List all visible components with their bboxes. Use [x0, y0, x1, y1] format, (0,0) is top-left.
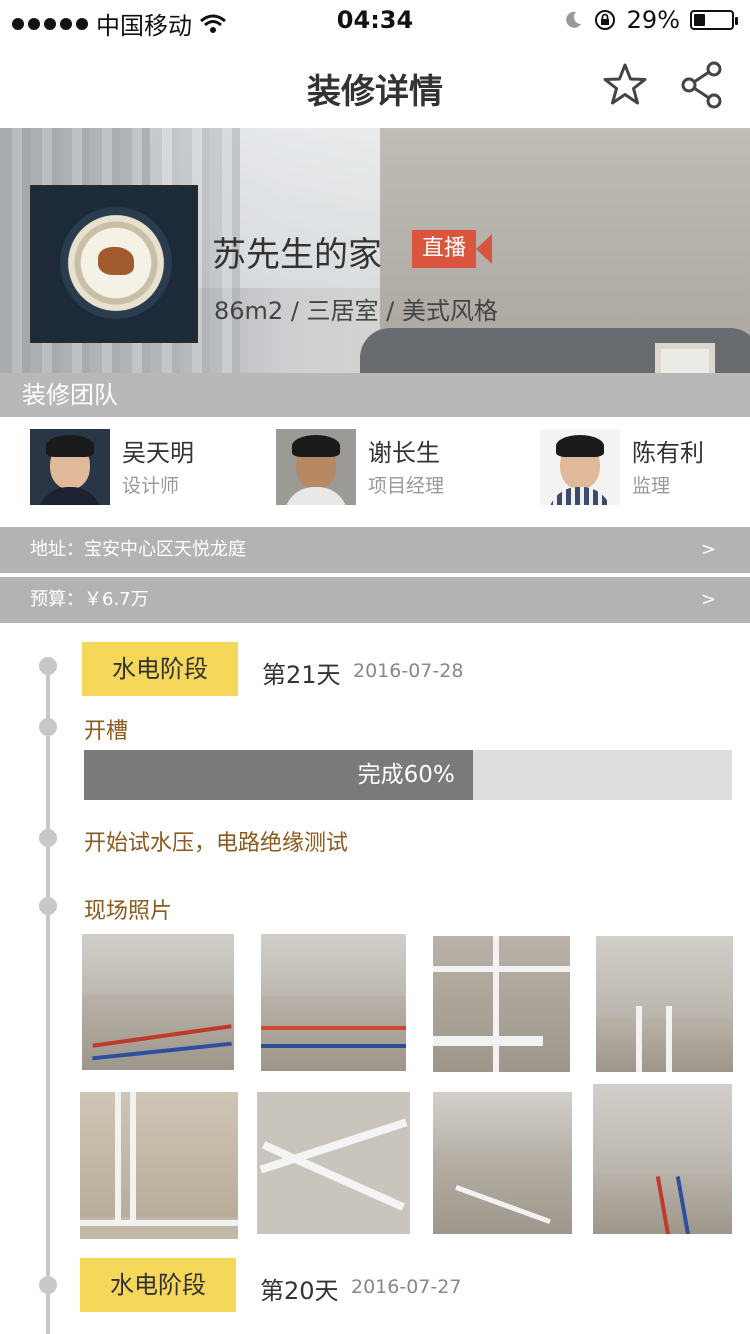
- timeline-dot: [39, 1276, 57, 1294]
- site-photo[interactable]: [82, 934, 234, 1070]
- budget-row[interactable]: 预算：￥6.7万 >: [0, 577, 750, 623]
- photos-title: 现场照片: [84, 899, 173, 924]
- member-name: 陈有利: [632, 439, 704, 467]
- plate-decoration: [98, 247, 134, 275]
- timeline-dot: [39, 829, 57, 847]
- address-row[interactable]: 地址：宝安中心区天悦龙庭 >: [0, 527, 750, 573]
- team-list: 吴天明 设计师 谢长生 项目经理 陈有利 监理: [0, 417, 750, 525]
- progress-fill: 完成60%: [84, 750, 473, 800]
- stage-day: 第20天: [260, 1277, 339, 1305]
- chevron-right-icon: >: [700, 589, 716, 610]
- team-member[interactable]: 陈有利 监理: [540, 427, 740, 515]
- member-name: 谢长生: [368, 439, 440, 467]
- hero-layer: 苏先生的家 直播 86m2 / 三居室 / 美式风格: [0, 0, 750, 373]
- timeline-dot: [39, 657, 57, 675]
- address-label: 地址：宝安中心区天悦龙庭: [30, 539, 246, 560]
- site-photo[interactable]: [261, 934, 406, 1071]
- member-role: 监理: [632, 475, 671, 497]
- avatar: [540, 429, 620, 505]
- stage-badge: 水电阶段: [80, 1258, 236, 1312]
- site-photo[interactable]: [596, 936, 733, 1072]
- task-name: 开槽: [84, 719, 129, 744]
- project-cover-thumbnail[interactable]: [30, 185, 198, 343]
- timeline-dot: [39, 718, 57, 736]
- site-photo[interactable]: [593, 1084, 732, 1234]
- avatar: [30, 429, 110, 505]
- team-member[interactable]: 吴天明 设计师: [30, 427, 250, 515]
- team-member[interactable]: 谢长生 项目经理: [276, 427, 496, 515]
- stage-date: 2016-07-27: [351, 1276, 462, 1298]
- team-heading: 装修团队: [0, 373, 750, 417]
- site-photo[interactable]: [433, 1092, 572, 1234]
- timeline-line: [46, 665, 50, 1334]
- site-photo[interactable]: [80, 1092, 238, 1239]
- member-role: 项目经理: [368, 475, 445, 497]
- site-photo[interactable]: [433, 936, 570, 1072]
- project-info: 86m2 / 三居室 / 美式风格: [214, 297, 498, 325]
- member-role: 设计师: [122, 475, 180, 497]
- project-name: 苏先生的家: [212, 235, 382, 275]
- stage-badge: 水电阶段: [82, 642, 238, 696]
- member-name: 吴天明: [122, 439, 194, 467]
- stage-date: 2016-07-28: [353, 660, 464, 682]
- live-badge[interactable]: 直播: [412, 230, 493, 268]
- hero-foreground: 苏先生的家 直播 86m2 / 三居室 / 美式风格: [0, 0, 750, 373]
- avatar: [276, 429, 356, 505]
- budget-label: 预算：￥6.7万: [30, 589, 149, 610]
- progress-label: 完成60%: [357, 762, 455, 788]
- task-description: 开始试水压，电路绝缘测试: [84, 831, 349, 856]
- timeline-dot: [39, 897, 57, 915]
- task-progress-bar: 完成60%: [84, 750, 732, 800]
- chevron-right-icon: >: [700, 539, 716, 560]
- stage-day: 第21天: [262, 661, 341, 689]
- site-photo[interactable]: [257, 1092, 410, 1234]
